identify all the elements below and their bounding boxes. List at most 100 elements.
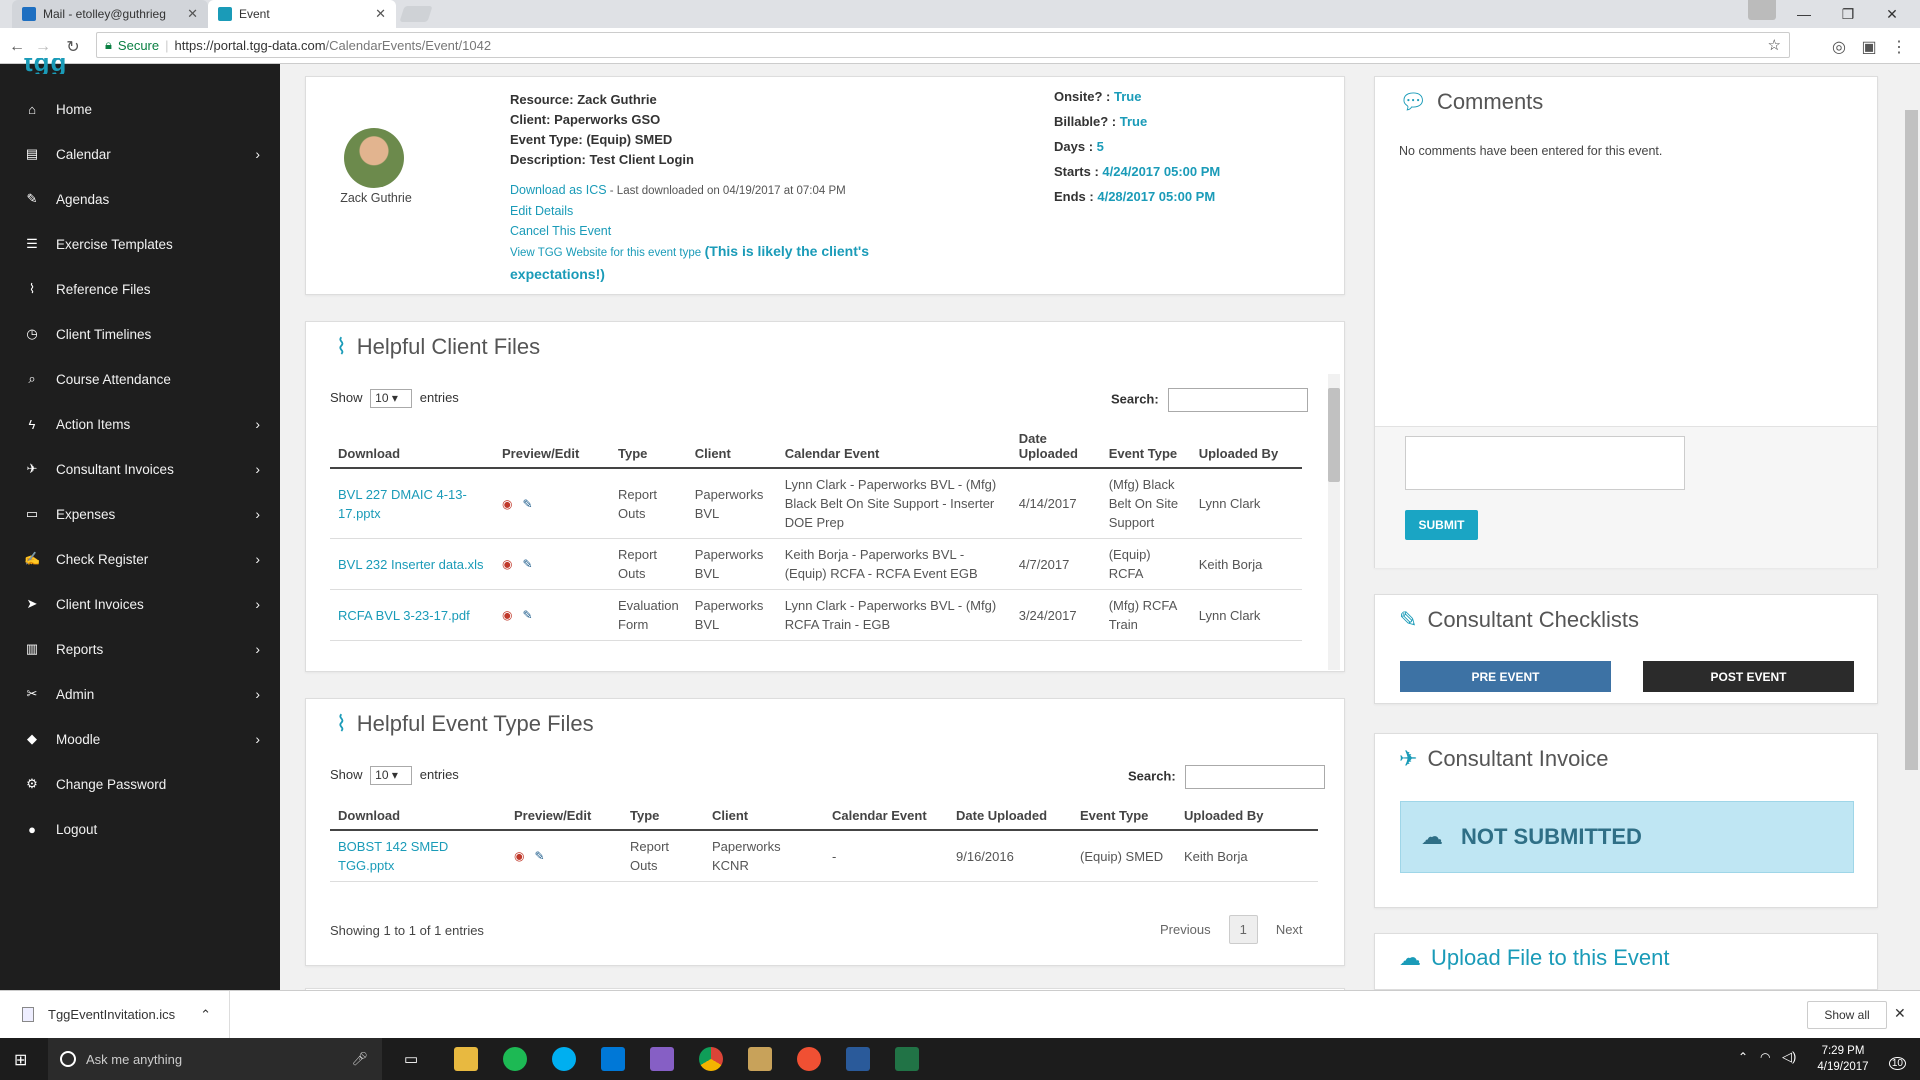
minimize-icon[interactable]: — (1782, 0, 1826, 28)
column-header[interactable]: Type (622, 802, 704, 831)
column-header[interactable]: Event Type (1072, 802, 1176, 831)
tab-event[interactable]: Event ✕ (208, 0, 396, 28)
sidebar-item-home[interactable]: ⌂ Home (0, 89, 280, 129)
sidebar-item-logout[interactable]: ● Logout (0, 809, 280, 849)
show-all-button[interactable]: Show all (1807, 1001, 1887, 1029)
client-files-search-input[interactable] (1168, 388, 1309, 412)
download-link[interactable]: BVL 232 Inserter data.xls (338, 557, 484, 572)
page-1-button[interactable]: 1 (1228, 915, 1258, 944)
back-icon[interactable]: ← (6, 36, 28, 58)
visual-studio-icon[interactable] (650, 1047, 674, 1071)
restore-icon[interactable]: ❐ (1826, 0, 1870, 28)
column-header[interactable]: Client (686, 425, 777, 469)
edit-details-link[interactable]: Edit Details (510, 204, 573, 218)
task-view-icon[interactable]: ▭ (404, 1050, 418, 1068)
git-icon[interactable] (797, 1047, 821, 1071)
sidebar-item-reference-files[interactable]: ⌇ Reference Files (0, 269, 280, 309)
close-tab-icon[interactable]: ✕ (187, 6, 198, 22)
volume-icon[interactable]: ◁) (1782, 1049, 1796, 1065)
column-header[interactable]: Date Uploaded (948, 802, 1072, 831)
column-header[interactable]: Preview/Edit (506, 802, 622, 831)
column-header[interactable]: Event Type (1100, 425, 1191, 469)
close-tab-icon[interactable]: ✕ (375, 6, 386, 22)
sidebar-item-course-attendance[interactable]: ⌕ Course Attendance (0, 359, 280, 399)
extension-icon[interactable]: ◎ (1828, 36, 1850, 58)
event-type-files-search-input[interactable] (1185, 765, 1326, 789)
column-header[interactable]: Date Uploaded (1010, 425, 1101, 469)
sql-tool-icon[interactable] (846, 1047, 870, 1071)
chrome-icon[interactable] (699, 1047, 723, 1071)
sidebar-item-reports[interactable]: ▥ Reports › (0, 629, 280, 669)
menu-icon[interactable]: ⋮ (1888, 36, 1910, 58)
column-header[interactable]: Calendar Event (776, 425, 1011, 469)
sidebar-item-client-timelines[interactable]: ◷ Client Timelines (0, 314, 280, 354)
column-header[interactable]: Preview/Edit (494, 425, 610, 469)
microphone-icon[interactable]: 🎤︎ (351, 1051, 368, 1067)
clock[interactable]: 7:29 PM 4/19/2017 (1808, 1043, 1878, 1075)
eye-icon[interactable]: ◉ (502, 557, 512, 571)
scrollbar-thumb[interactable] (1328, 388, 1340, 482)
forward-icon[interactable]: → (32, 36, 54, 58)
sidebar-item-expenses[interactable]: ▭ Expenses › (0, 494, 280, 534)
comment-textarea[interactable] (1405, 436, 1685, 490)
column-header[interactable]: Calendar Event (824, 802, 948, 831)
close-window-icon[interactable]: ✕ (1870, 0, 1914, 28)
next-button[interactable]: Next (1270, 922, 1309, 937)
download-link[interactable]: BVL 227 DMAIC 4-13-17.pptx (338, 487, 467, 521)
pre-event-button[interactable]: PRE EVENT (1400, 661, 1611, 692)
wifi-icon[interactable]: ◠ (1760, 1050, 1770, 1064)
sidebar-item-change-password[interactable]: ⚙ Change Password (0, 764, 280, 804)
new-tab-button[interactable] (399, 6, 433, 22)
download-ics-link[interactable]: Download as ICS (510, 183, 607, 197)
file-explorer-icon[interactable] (454, 1047, 478, 1071)
sidebar-item-action-items[interactable]: ϟ Action Items › (0, 404, 280, 444)
entries-select[interactable]: 10 ▾ (370, 389, 413, 408)
tray-chevron-icon[interactable]: ⌃ (1738, 1050, 1748, 1064)
snipping-tool-icon[interactable] (748, 1047, 772, 1071)
skype-icon[interactable] (552, 1047, 576, 1071)
previous-button[interactable]: Previous (1154, 922, 1217, 937)
cancel-event-link[interactable]: Cancel This Event (510, 224, 611, 238)
sidebar-item-agendas[interactable]: ✎ Agendas (0, 179, 280, 219)
column-header[interactable]: Download (330, 425, 494, 469)
column-header[interactable]: Uploaded By (1190, 425, 1302, 469)
column-header[interactable]: Type (610, 425, 687, 469)
tgg-website-link[interactable]: View TGG Website for this event type (510, 247, 701, 259)
sidebar-item-client-invoices[interactable]: ➤ Client Invoices › (0, 584, 280, 624)
tgg-logo[interactable]: tgg (24, 58, 80, 74)
download-link[interactable]: BOBST 142 SMED TGG.pptx (338, 839, 448, 873)
sidebar-item-admin[interactable]: ✂ Admin › (0, 674, 280, 714)
close-downloads-icon[interactable]: ✕ (1894, 1005, 1906, 1022)
column-header[interactable]: Client (704, 802, 824, 831)
vscode-icon[interactable] (601, 1047, 625, 1071)
cortana-search[interactable]: Ask me anything 🎤︎ (48, 1038, 382, 1080)
eye-icon[interactable]: ◉ (502, 608, 512, 622)
reload-icon[interactable]: ↻ (62, 36, 84, 58)
download-link[interactable]: RCFA BVL 3-23-17.pdf (338, 608, 470, 623)
bookmark-star-icon[interactable]: ☆ (1768, 36, 1781, 54)
entries-select[interactable]: 10 ▾ (370, 766, 413, 785)
post-event-button[interactable]: POST EVENT (1643, 661, 1854, 692)
page-scrollbar-thumb[interactable] (1905, 110, 1918, 770)
column-header[interactable]: Download (330, 802, 506, 831)
download-item[interactable]: TggEventInvitation.ics ⌃ (0, 991, 230, 1038)
chevron-up-icon[interactable]: ⌃ (200, 1007, 211, 1023)
user-profile-icon[interactable] (1748, 0, 1776, 20)
sidebar-item-calendar[interactable]: ▤ Calendar › (0, 134, 280, 174)
sidebar-item-check-register[interactable]: ✍ Check Register › (0, 539, 280, 579)
windows-start-icon[interactable]: ⊞ (14, 1050, 27, 1070)
sidebar-item-consultant-invoices[interactable]: ✈ Consultant Invoices › (0, 449, 280, 489)
spotify-icon[interactable] (503, 1047, 527, 1071)
scrollbar[interactable] (1328, 374, 1340, 670)
eye-icon[interactable]: ◉ (514, 849, 524, 863)
upload-title[interactable]: ☁ Upload File to this Event (1399, 945, 1669, 971)
notifications-icon[interactable]: 10 (1884, 1048, 1906, 1070)
pencil-icon[interactable]: ✎ (534, 849, 544, 863)
submit-button[interactable]: SUBMIT (1405, 510, 1478, 540)
pencil-icon[interactable]: ✎ (522, 608, 532, 622)
pencil-icon[interactable]: ✎ (522, 557, 532, 571)
sidebar-item-moodle[interactable]: ◆ Moodle › (0, 719, 280, 759)
sidebar-item-exercise-templates[interactable]: ☰ Exercise Templates (0, 224, 280, 264)
tab-mail[interactable]: Mail - etolley@guthrieg ✕ (12, 0, 208, 28)
pencil-icon[interactable]: ✎ (522, 497, 532, 511)
